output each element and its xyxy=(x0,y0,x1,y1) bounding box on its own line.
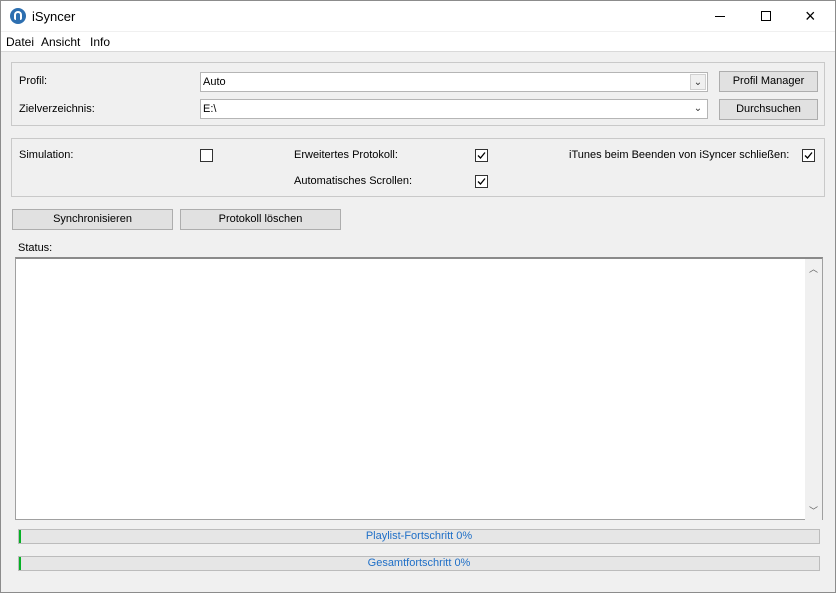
extended-log-checkbox[interactable] xyxy=(475,149,488,162)
close-button[interactable]: × xyxy=(789,1,835,31)
vertical-scrollbar[interactable]: ︿ ﹀ xyxy=(805,259,822,520)
playlist-progress-text: Playlist-Fortschritt 0% xyxy=(365,530,473,542)
browse-button[interactable]: Durchsuchen xyxy=(719,99,818,120)
total-progress-text: Gesamtfortschritt 0% xyxy=(367,557,471,569)
scroll-up-icon[interactable]: ︿ xyxy=(805,261,822,278)
status-log-area[interactable]: ︿ ﹀ xyxy=(15,257,823,520)
auto-scroll-checkbox[interactable] xyxy=(475,175,488,188)
menu-datei[interactable]: Datei xyxy=(6,35,34,49)
checkmark-icon xyxy=(477,178,486,185)
minimize-icon xyxy=(715,16,725,17)
menu-info[interactable]: Info xyxy=(90,35,110,49)
options-group: Simulation: Erweitertes Protokoll: Autom… xyxy=(11,138,825,197)
maximize-icon xyxy=(761,11,771,21)
clear-log-button[interactable]: Protokoll löschen xyxy=(180,209,341,230)
profile-group: Profil: Auto ⌄ Profil Manager Zielverzei… xyxy=(11,62,825,126)
profile-value: Auto xyxy=(203,76,226,88)
title-bar[interactable]: iSyncer × xyxy=(1,1,835,31)
simulation-label: Simulation: xyxy=(19,149,74,161)
menu-bar: Datei Ansicht Info xyxy=(1,32,835,52)
menu-ansicht[interactable]: Ansicht xyxy=(41,35,80,49)
simulation-checkbox[interactable] xyxy=(200,149,213,162)
total-progress-bar: Gesamtfortschritt 0% xyxy=(18,556,820,571)
auto-scroll-label: Automatisches Scrollen: xyxy=(294,175,412,187)
main-window: iSyncer × Datei Ansicht Info Profil: Aut… xyxy=(0,0,836,593)
close-icon: × xyxy=(805,6,816,26)
profile-label: Profil: xyxy=(19,75,48,87)
synchronize-button[interactable]: Synchronisieren xyxy=(12,209,173,230)
chevron-down-icon[interactable]: ⌄ xyxy=(690,74,706,90)
checkmark-icon xyxy=(804,152,813,159)
minimize-button[interactable] xyxy=(697,1,743,31)
profile-combobox[interactable]: Auto ⌄ xyxy=(200,72,708,92)
close-itunes-label: iTunes beim Beenden von iSyncer schließe… xyxy=(569,149,790,161)
isyncer-app-icon xyxy=(10,8,26,24)
profile-manager-button[interactable]: Profil Manager xyxy=(719,71,818,92)
maximize-button[interactable] xyxy=(743,1,789,31)
close-itunes-checkbox[interactable] xyxy=(802,149,815,162)
target-dir-label: Zielverzeichnis: xyxy=(19,103,95,115)
target-dir-combobox[interactable]: E:\ ⌄ xyxy=(200,99,708,119)
target-dir-value: E:\ xyxy=(203,103,217,115)
checkmark-icon xyxy=(477,152,486,159)
scroll-down-icon[interactable]: ﹀ xyxy=(805,503,822,520)
status-label: Status: xyxy=(18,242,53,254)
chevron-down-icon[interactable]: ⌄ xyxy=(690,101,706,117)
playlist-progress-bar: Playlist-Fortschritt 0% xyxy=(18,529,820,544)
extended-log-label: Erweitertes Protokoll: xyxy=(294,149,398,161)
window-title: iSyncer xyxy=(32,9,76,24)
